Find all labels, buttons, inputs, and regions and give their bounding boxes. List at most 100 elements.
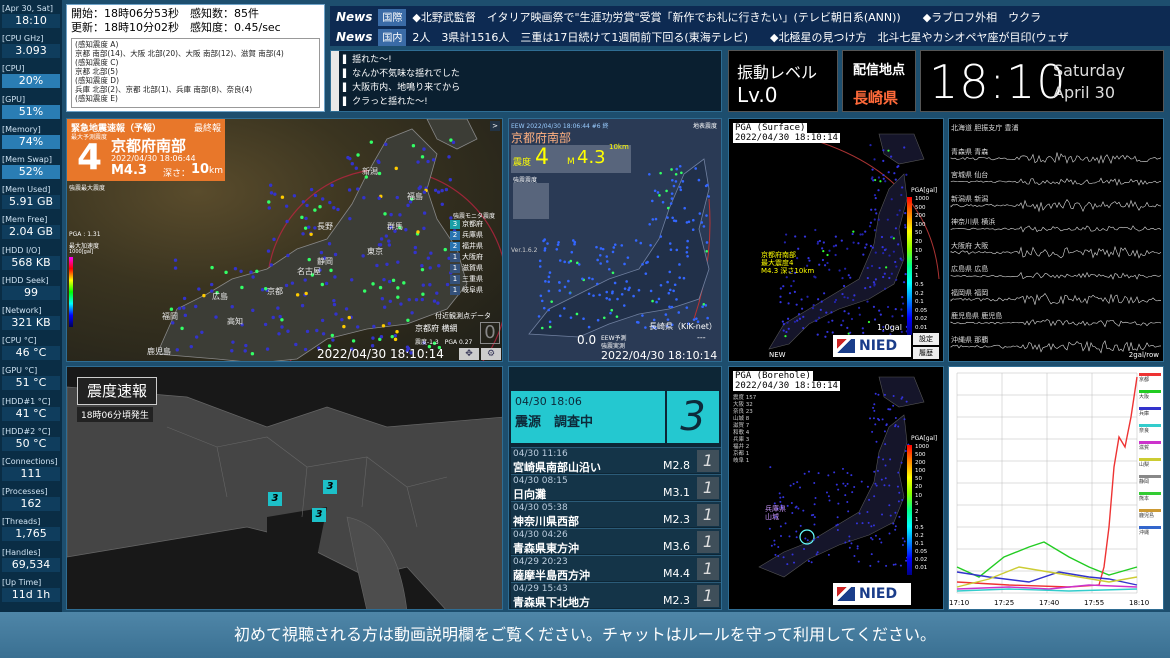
pga-station-dot bbox=[831, 331, 834, 334]
sidebar-metric-value: 51% bbox=[2, 104, 60, 119]
eew-intensity: 4 bbox=[77, 137, 103, 178]
chat-scrollbar[interactable] bbox=[331, 51, 339, 111]
borehole-station-dot bbox=[814, 497, 817, 500]
station-dot bbox=[214, 315, 218, 319]
borehole-station-dot bbox=[799, 486, 802, 489]
pga-station-dot bbox=[851, 232, 854, 236]
kmoni-station-dot bbox=[644, 326, 647, 329]
pga-station-dot bbox=[806, 295, 809, 298]
sidebar-metric-label: [CPU GHz] bbox=[2, 34, 44, 44]
bore-scale-label: 0.02 bbox=[915, 557, 928, 564]
kmoni-station-dot bbox=[543, 249, 547, 252]
quake-list-item[interactable]: 04/30 05:38 神奈川県西部 M2.3 1 bbox=[511, 501, 721, 528]
station-dot bbox=[422, 211, 427, 215]
borehole-station-dot bbox=[880, 478, 883, 481]
borehole-station-dot bbox=[871, 538, 874, 541]
station-dot bbox=[437, 264, 441, 268]
kmoni-station-dot bbox=[598, 293, 601, 297]
eew-settings-button[interactable]: ⚙ bbox=[481, 348, 501, 360]
station-dot bbox=[267, 200, 271, 204]
info-update-line: 更新：18時10分02秒 感知度：0.45/sec bbox=[71, 21, 281, 34]
pga-station-dot bbox=[871, 246, 874, 249]
eew-region-row: 1 滋賀県 bbox=[450, 263, 502, 273]
borehole-count: 滋賀 7 bbox=[733, 423, 750, 429]
quake-marker-2[interactable]: 3 bbox=[312, 508, 326, 522]
quake-item-magnitude: M2.3 bbox=[663, 594, 690, 607]
pga-station-dot bbox=[847, 274, 850, 277]
station-dot bbox=[398, 213, 402, 217]
pga-station-dot bbox=[793, 320, 797, 323]
pga-station-dot bbox=[894, 260, 897, 264]
pga-station-dot bbox=[867, 320, 871, 324]
pga-station-dot bbox=[870, 208, 873, 211]
quake-marker-1[interactable]: 3 bbox=[323, 480, 337, 494]
kmoni-sub-box bbox=[513, 183, 549, 219]
station-dot bbox=[375, 263, 379, 268]
kmoni-station-dot bbox=[540, 326, 544, 330]
eew-region-name: 大阪府 bbox=[462, 253, 483, 261]
pga-station-dot bbox=[828, 268, 831, 271]
borehole-station-dot bbox=[846, 482, 849, 485]
pga-station-dot bbox=[816, 242, 819, 245]
kmoni-station-dot bbox=[626, 256, 630, 259]
pga-station-dot bbox=[846, 247, 849, 250]
eew-region-intensity: 1 bbox=[450, 252, 460, 262]
eew-region: 京都府南部 bbox=[111, 137, 187, 155]
quake-marker-0[interactable]: 3 bbox=[268, 492, 282, 506]
eew-region-name: 京都府 bbox=[462, 220, 483, 228]
kmoni-station-dot bbox=[672, 184, 676, 188]
kmoni-station-dot bbox=[538, 259, 542, 263]
kmoni-station-dot bbox=[611, 271, 615, 275]
pga-surface-time: 2022/04/30 18:10:14 bbox=[733, 133, 840, 143]
pga-station-dot bbox=[830, 311, 833, 314]
station-dot bbox=[436, 190, 441, 194]
quake-list-item[interactable]: 04/30 11:16 宮崎県南部山沿い M2.8 1 bbox=[511, 447, 721, 474]
borehole-count: 大阪 32 bbox=[733, 402, 753, 408]
quake-list-item[interactable]: 04/29 15:43 青森県下北地方 M2.3 1 bbox=[511, 582, 721, 609]
station-dot bbox=[413, 245, 418, 250]
pga-station-dot bbox=[818, 316, 821, 319]
kmoni-station-dot bbox=[627, 288, 630, 292]
pga-station-dot bbox=[900, 258, 903, 262]
borehole-station-dot bbox=[899, 564, 902, 567]
station-dot bbox=[382, 305, 387, 309]
borehole-station-dot bbox=[855, 522, 858, 525]
station-dot bbox=[321, 332, 326, 336]
pga-station-dot bbox=[779, 287, 782, 290]
borehole-station-dot bbox=[833, 471, 836, 474]
latest-quake[interactable]: 04/30 18:06 震源 調査中 bbox=[511, 391, 665, 443]
station-dot bbox=[348, 216, 352, 221]
pga-scale-label: 200 bbox=[915, 213, 926, 220]
eew-expand-button[interactable]: > bbox=[490, 121, 500, 131]
kmoni-station-dot bbox=[651, 218, 655, 221]
nied-logo: NIED bbox=[833, 335, 911, 357]
borehole-station-dot bbox=[894, 563, 897, 566]
station-dot bbox=[273, 192, 277, 196]
quake-item-datetime: 04/30 08:15 bbox=[513, 476, 568, 486]
kmoni-station-dot bbox=[615, 315, 619, 318]
kmoni-station-dot bbox=[692, 218, 695, 222]
quake-list-item[interactable]: 04/29 20:23 薩摩半島西方沖 M4.4 1 bbox=[511, 555, 721, 582]
chat-message: ▌ なんか不気味な揺れでした bbox=[343, 67, 719, 81]
station-dot bbox=[305, 329, 310, 334]
borehole-station-dot bbox=[877, 393, 880, 396]
station-dot bbox=[382, 277, 386, 282]
pga-station-dot bbox=[827, 321, 830, 324]
latest-epicenter: 震源 調査中 bbox=[515, 415, 594, 430]
borehole-station-dot bbox=[892, 522, 895, 525]
kmoni-station-dot bbox=[665, 189, 668, 193]
kmoni-station-dot bbox=[650, 199, 654, 203]
pga-settings-button[interactable]: 設定 bbox=[913, 333, 939, 345]
info-details-list[interactable]: (感知震度 A) 京都 南部(14)、大阪 北部(20)、大阪 南部(12)、滋賀… bbox=[71, 38, 320, 108]
borehole-station-dot bbox=[841, 467, 844, 470]
quake-list-item[interactable]: 04/30 04:26 青森県東方沖 M3.6 1 bbox=[511, 528, 721, 555]
eew-final-label: 最終報 bbox=[193, 124, 221, 134]
station-dot bbox=[300, 215, 304, 220]
pga-history-button[interactable]: 履歴 bbox=[913, 347, 939, 359]
eew-map-button-1[interactable]: ✥ bbox=[459, 348, 479, 360]
station-dot bbox=[180, 326, 184, 331]
quake-list-item[interactable]: 04/30 08:15 日向灘 M3.1 1 bbox=[511, 474, 721, 501]
kmoni-station-dot bbox=[568, 291, 572, 295]
pga-station-dot bbox=[793, 290, 796, 293]
borehole-station-dot bbox=[792, 482, 795, 485]
